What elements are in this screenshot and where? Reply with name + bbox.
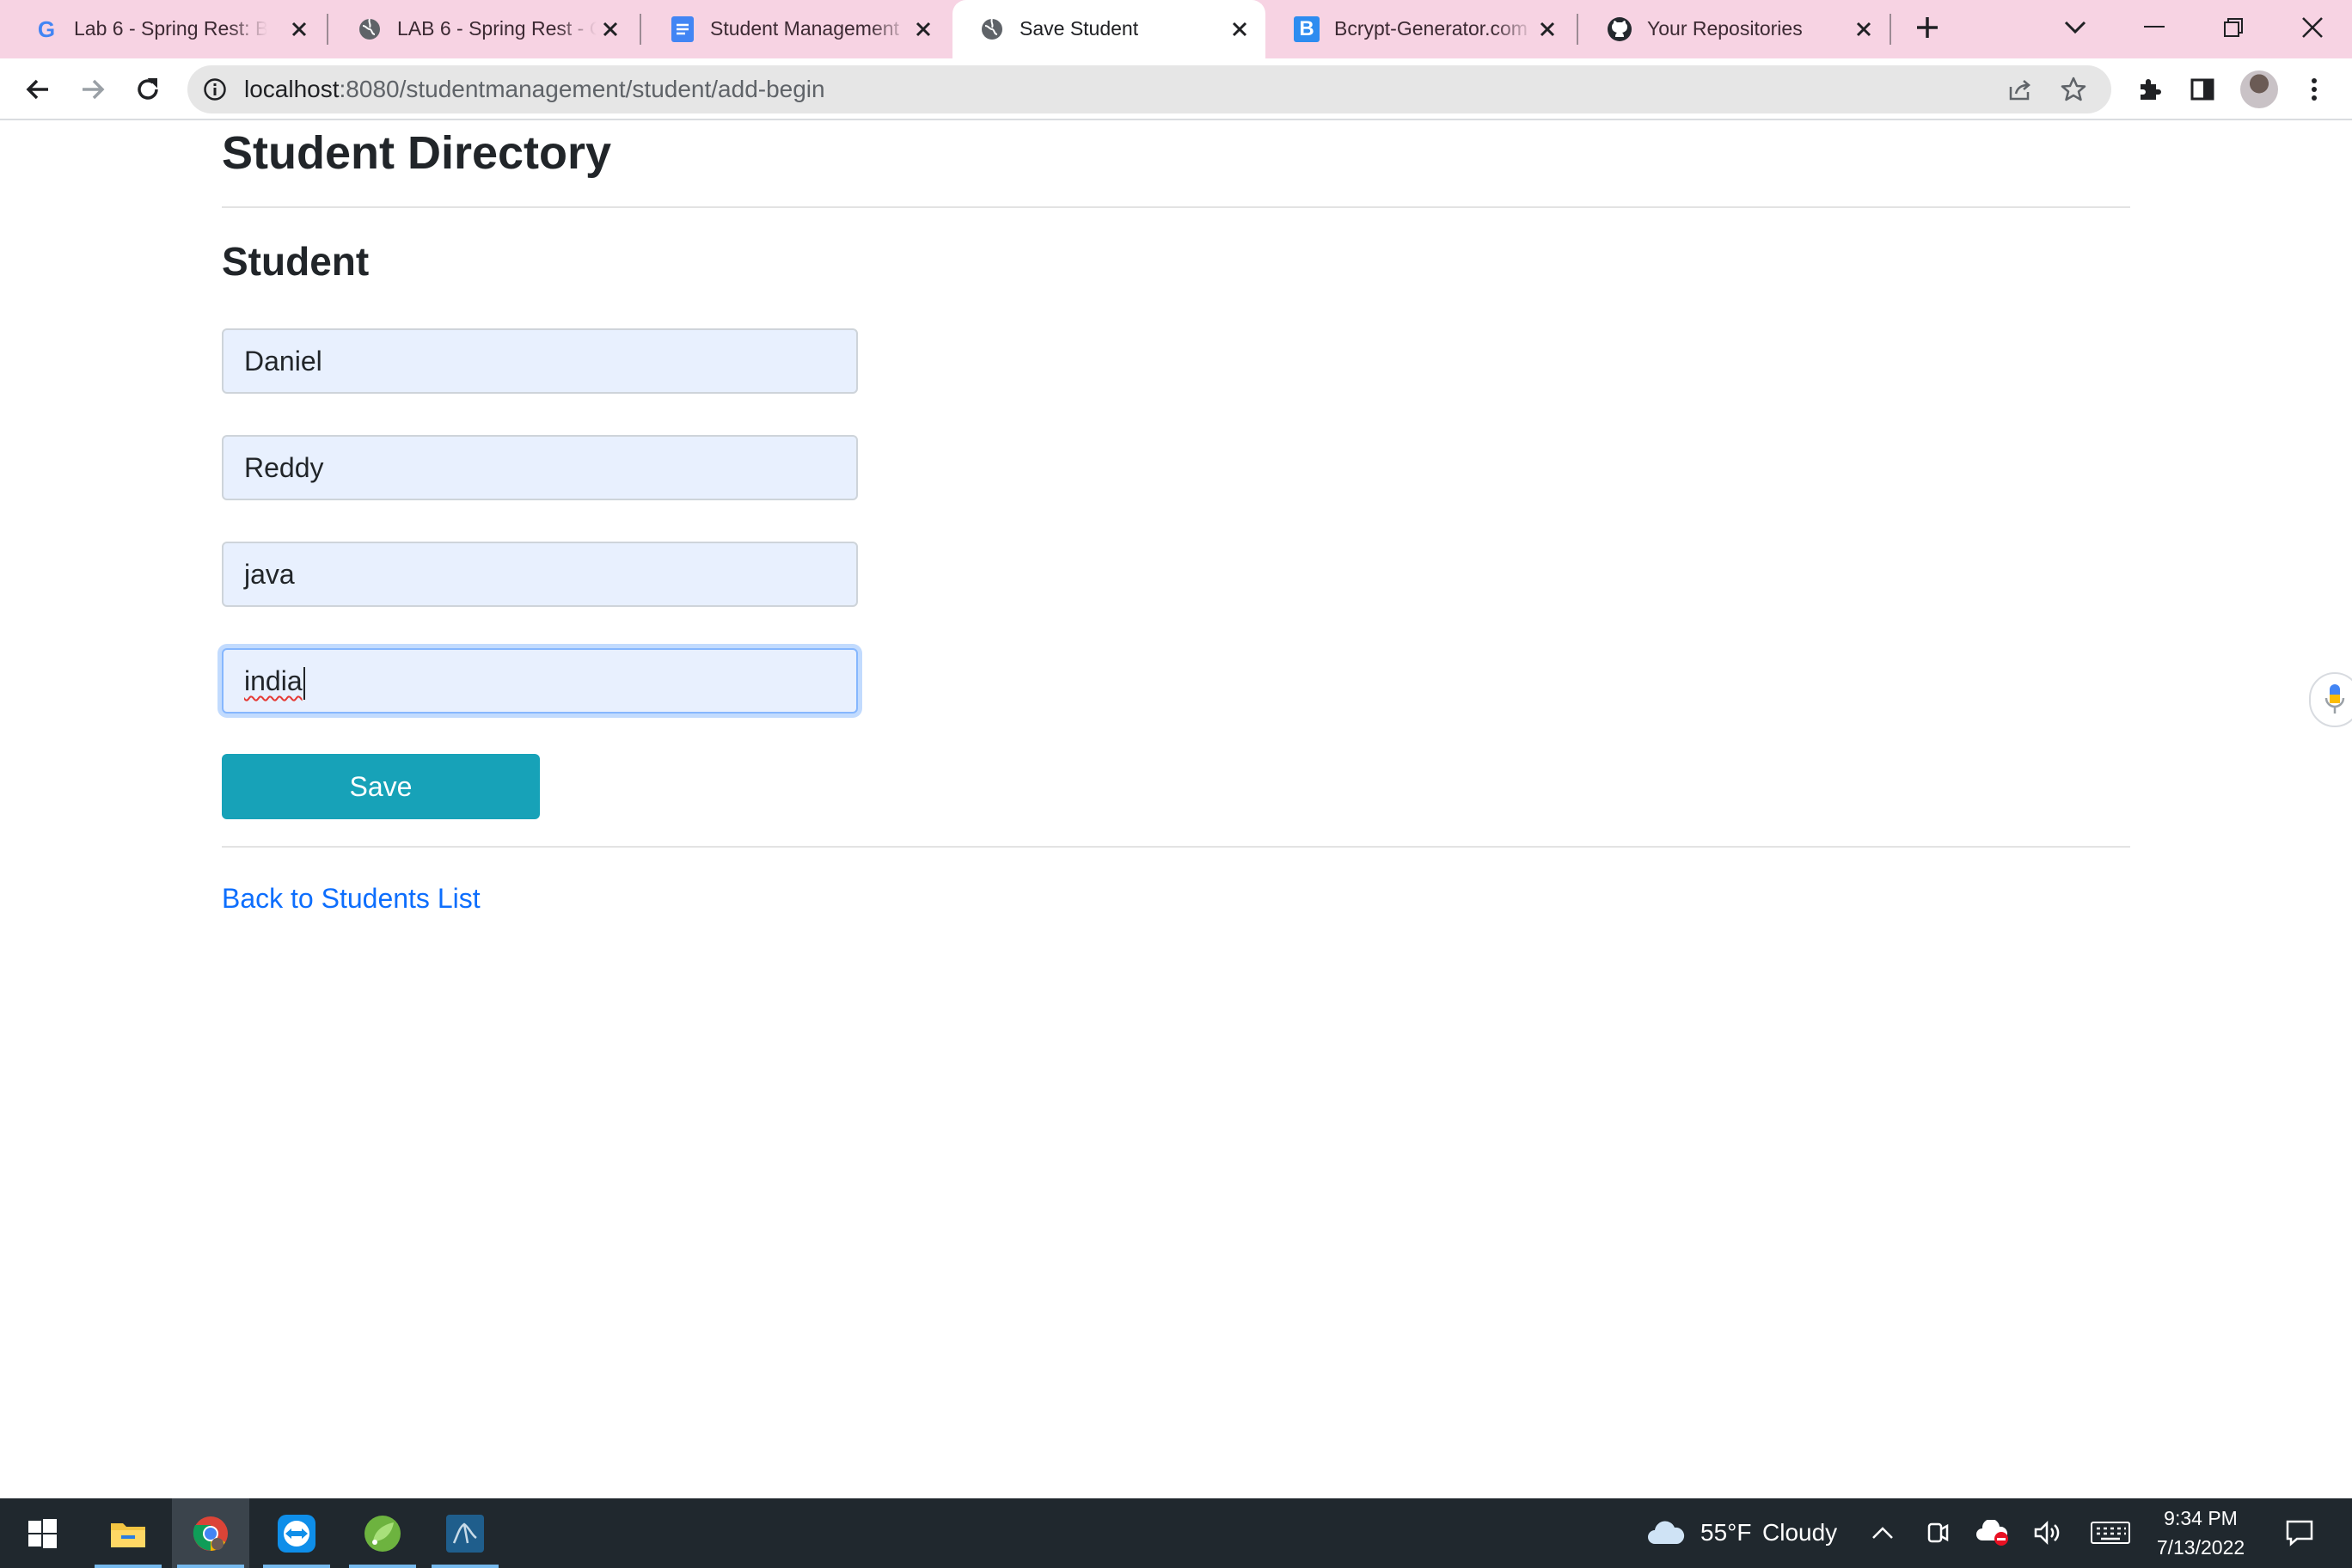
page-content: Student Directory Student Daniel Reddy j… [0,122,2352,1498]
divider [222,846,2130,848]
first-name-input[interactable]: Daniel [222,328,858,394]
share-icon[interactable] [2005,74,2036,105]
onedrive-offline-icon[interactable] [1975,1516,2010,1550]
browser-toolbar: localhost:8080/studentmanagement/student… [0,58,2352,120]
close-tab-icon[interactable] [1228,17,1252,41]
mysql-workbench-icon[interactable] [426,1498,504,1568]
tab-bcrypt-generator[interactable]: B Bcrypt-Generator.com [1267,0,1575,58]
notification-center-icon[interactable] [2280,1516,2319,1550]
tab-student-management[interactable]: Student Management [643,0,951,58]
file-explorer-icon[interactable] [89,1498,167,1568]
weather-temperature[interactable]: 55°F [1700,1519,1751,1547]
text-caret [303,666,305,700]
meet-now-icon[interactable] [1920,1516,1955,1550]
close-tab-icon[interactable] [287,17,311,41]
clock-date: 7/13/2022 [2156,1536,2245,1559]
minimize-button[interactable] [2134,7,2175,48]
windows-start-icon[interactable] [3,1498,81,1568]
tab-separator [1577,14,1578,45]
tab-lab6-spring-rest[interactable]: G Lab 6 - Spring Rest: Ba [7,0,325,58]
close-tab-icon[interactable] [1852,17,1876,41]
close-tab-icon[interactable] [1535,17,1559,41]
github-icon [1606,15,1633,43]
windows-taskbar: 55°F Cloudy 9:34 PM 7/13/2022 [0,1498,2352,1568]
tab-your-repositories[interactable]: Your Repositories [1580,0,1888,58]
tab-title: Save Student [1020,17,1139,40]
globe-icon [356,15,383,43]
chrome-icon[interactable] [172,1498,249,1568]
last-name-value: Reddy [244,452,324,483]
form-title: Student [222,239,370,284]
touch-keyboard-icon[interactable] [2089,1516,2132,1550]
divider [222,206,2130,208]
tab-separator [640,14,641,45]
country-value: india [244,665,303,696]
extensions-puzzle-icon[interactable] [2128,69,2170,110]
spring-tool-suite-icon[interactable] [344,1498,421,1568]
course-input[interactable]: java [222,542,858,607]
cloudy-weather-icon[interactable] [1645,1516,1687,1550]
teamviewer-icon[interactable] [258,1498,335,1568]
bookmark-star-icon[interactable] [2058,74,2089,105]
reload-button[interactable] [127,69,168,110]
chrome-menu-icon[interactable] [2294,69,2335,110]
tab-title: Your Repositories [1647,17,1803,40]
back-button[interactable] [17,69,58,110]
close-tab-icon[interactable] [911,17,935,41]
last-name-input[interactable]: Reddy [222,435,858,500]
url-text[interactable]: localhost:8080/studentmanagement/student… [244,65,825,113]
tab-title: Lab 6 - Spring Rest: Ba [74,17,267,40]
side-panel-icon[interactable] [2182,69,2223,110]
show-hidden-icons-chevron-icon[interactable] [1865,1516,1900,1550]
tab-title: Bcrypt-Generator.com [1334,17,1528,40]
address-bar[interactable]: localhost:8080/studentmanagement/student… [187,65,2111,113]
tab-lab6-spring-rest-doc[interactable]: LAB 6 - Spring Rest - C [330,0,638,58]
profile-avatar[interactable] [2240,70,2278,108]
forward-button[interactable] [72,69,113,110]
first-name-value: Daniel [244,346,322,377]
tab-save-student[interactable]: Save Student [952,0,1265,58]
bcrypt-b-icon: B [1293,15,1320,43]
google-docs-icon [669,15,696,43]
tab-title: Student Management [710,17,899,40]
save-button[interactable]: Save [222,754,540,819]
close-window-button[interactable] [2292,7,2333,48]
microphone-icon[interactable] [2309,672,2352,727]
new-tab-button[interactable] [1907,7,1948,48]
tab-separator [1890,14,1891,45]
info-icon[interactable] [201,76,229,103]
back-to-list-link[interactable]: Back to Students List [222,879,481,918]
url-host: localhost [244,76,340,102]
google-g-icon: G [37,15,56,42]
url-path: :8080/studentmanagement/student/add-begi… [339,76,825,102]
tab-title: LAB 6 - Spring Rest - C [397,17,597,40]
country-input[interactable]: india [222,648,858,714]
clock-time: 9:34 PM [2164,1507,2238,1529]
page-title: Student Directory [222,127,612,179]
tab-separator [327,14,328,45]
tab-search-button[interactable] [2055,7,2096,48]
course-value: java [244,559,295,590]
weather-description[interactable]: Cloudy [1762,1519,1837,1547]
close-tab-icon[interactable] [598,17,622,41]
system-clock[interactable]: 9:34 PM 7/13/2022 [2132,1504,2269,1562]
globe-icon [978,15,1006,43]
restore-button[interactable] [2213,7,2254,48]
browser-tab-strip: G Lab 6 - Spring Rest: Ba LAB 6 - Spring… [0,0,2352,58]
volume-speaker-icon[interactable] [2030,1516,2065,1550]
